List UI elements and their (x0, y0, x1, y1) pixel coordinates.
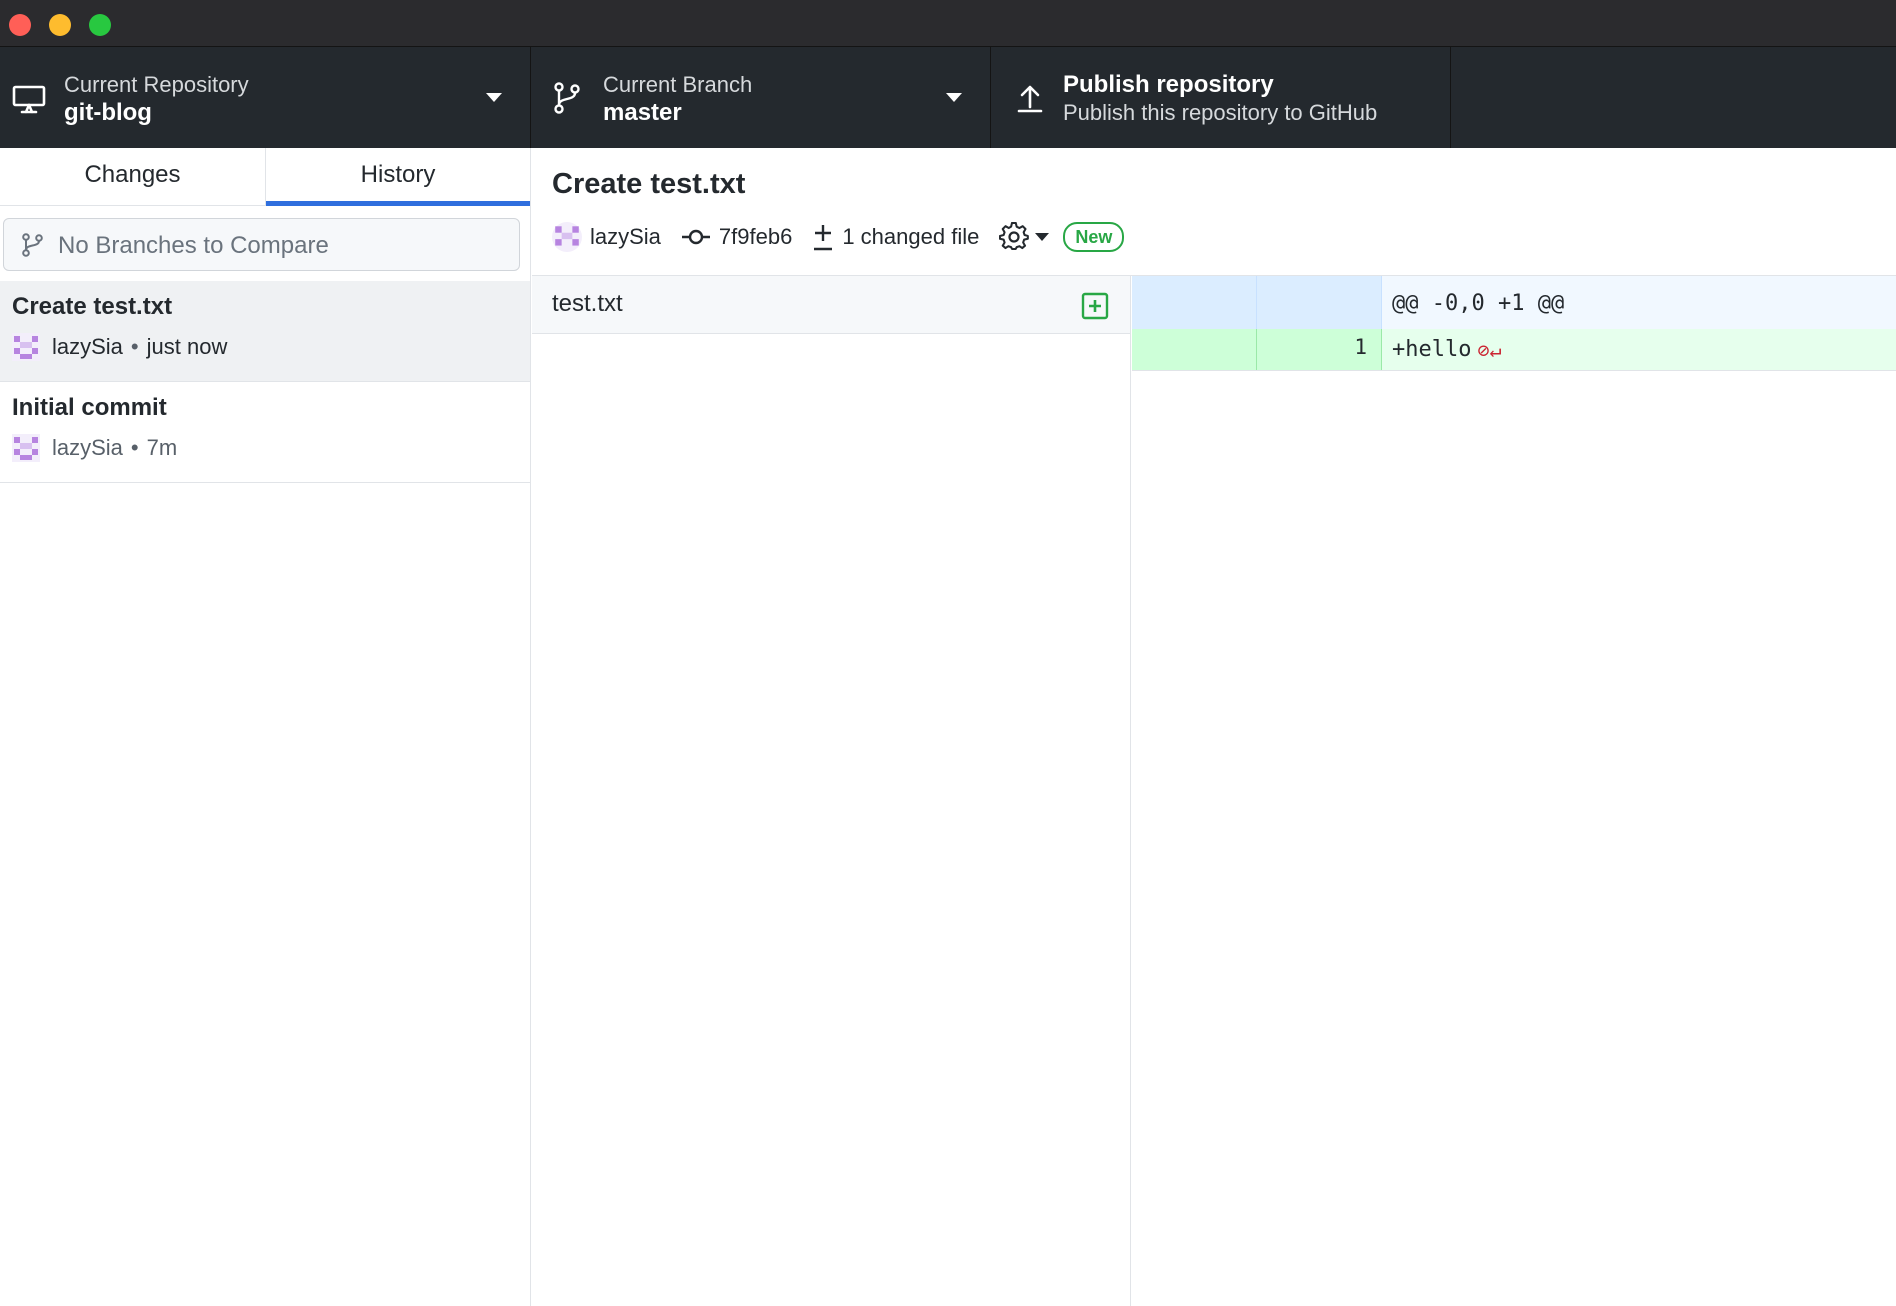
commit-detail-panel: Create test.txt lazySia 7f9feb6 1 change… (532, 148, 1896, 1306)
old-line-number (1132, 276, 1257, 329)
changed-files-list: test.txt (532, 276, 1131, 1306)
branch-compare-placeholder: No Branches to Compare (58, 232, 329, 259)
zoom-window-button[interactable] (89, 14, 111, 36)
commit-meta: lazySia 7f9feb6 1 changed file New (552, 220, 1125, 254)
publish-repository-label: Publish repository (1063, 71, 1274, 98)
new-line-number (1257, 276, 1382, 329)
current-repository-label: Current Repository (64, 72, 249, 97)
diff-hunk-header-row: @@ -0,0 +1 @@ (1132, 276, 1896, 329)
no-newline-icon: ⊘↵ (1477, 337, 1502, 362)
commit-header: Create test.txt lazySia 7f9feb6 1 change… (532, 148, 1896, 276)
file-name: test.txt (552, 290, 623, 317)
minimize-window-button[interactable] (49, 14, 71, 36)
commit-summary: Initial commit (12, 394, 167, 421)
diff-line-text: +hello (1392, 336, 1472, 362)
close-window-button[interactable] (9, 14, 31, 36)
sidebar-tabs: Changes History (0, 148, 530, 206)
old-line-number (1132, 329, 1257, 370)
file-added-icon (1081, 292, 1109, 320)
commit-list-item[interactable]: Create test.txt lazySia • just now (0, 281, 530, 382)
avatar (12, 333, 40, 361)
file-list-item[interactable]: test.txt (532, 276, 1130, 334)
commit-sha[interactable]: 7f9feb6 (719, 224, 792, 250)
diff-options-button[interactable] (999, 222, 1050, 252)
chevron-down-icon (486, 93, 502, 102)
commit-list: Create test.txt lazySia • just now Initi… (0, 281, 530, 483)
current-repository-button[interactable]: Current Repository git-blog (0, 47, 531, 148)
diff-view: @@ -0,0 +1 @@ 1 +hello ⊘↵ (1132, 276, 1896, 1306)
current-branch-button[interactable]: Current Branch master (531, 47, 991, 148)
commit-summary: Create test.txt (12, 293, 173, 320)
tab-changes[interactable]: Changes (0, 148, 265, 205)
commit-author: lazySia (52, 435, 123, 460)
avatar (12, 434, 40, 462)
current-branch-name: master (603, 99, 682, 126)
window-titlebar (0, 0, 1896, 47)
commit-time: just now (146, 334, 228, 359)
diff-icon (814, 225, 833, 251)
gear-icon (999, 222, 1030, 250)
chevron-down-icon (946, 93, 962, 102)
git-branch-icon (554, 82, 580, 114)
tab-history[interactable]: History (265, 148, 530, 206)
commit-author: lazySia (590, 224, 661, 249)
git-commit-icon (681, 229, 710, 245)
git-branch-icon (22, 233, 43, 257)
meta-separator: • (130, 435, 139, 460)
toolbar: Current Repository git-blog Current Bran… (0, 47, 1896, 148)
new-line-number: 1 (1257, 329, 1382, 370)
commit-title: Create test.txt (552, 168, 746, 200)
sidebar: Changes History No Branches to Compare C… (0, 148, 531, 1306)
desktop-icon (12, 85, 46, 114)
commit-time: 7m (146, 435, 178, 460)
hunk-header: @@ -0,0 +1 @@ (1392, 290, 1565, 316)
chevron-down-icon (1035, 233, 1050, 241)
changed-files-count: 1 changed file (842, 224, 980, 249)
new-badge: New (1063, 222, 1125, 252)
avatar (552, 222, 582, 252)
current-branch-label: Current Branch (603, 72, 753, 97)
branch-compare-input[interactable]: No Branches to Compare (3, 218, 520, 271)
publish-repository-description: Publish this repository to GitHub (1063, 100, 1378, 125)
commit-author: lazySia (52, 334, 123, 359)
publish-repository-button[interactable]: Publish repository Publish this reposito… (991, 47, 1451, 148)
diff-added-line[interactable]: 1 +hello ⊘↵ (1132, 329, 1896, 371)
meta-separator: • (130, 334, 139, 359)
commit-list-item[interactable]: Initial commit lazySia • 7m (0, 382, 530, 483)
upload-icon (1017, 85, 1043, 113)
current-repository-name: git-blog (64, 99, 152, 126)
